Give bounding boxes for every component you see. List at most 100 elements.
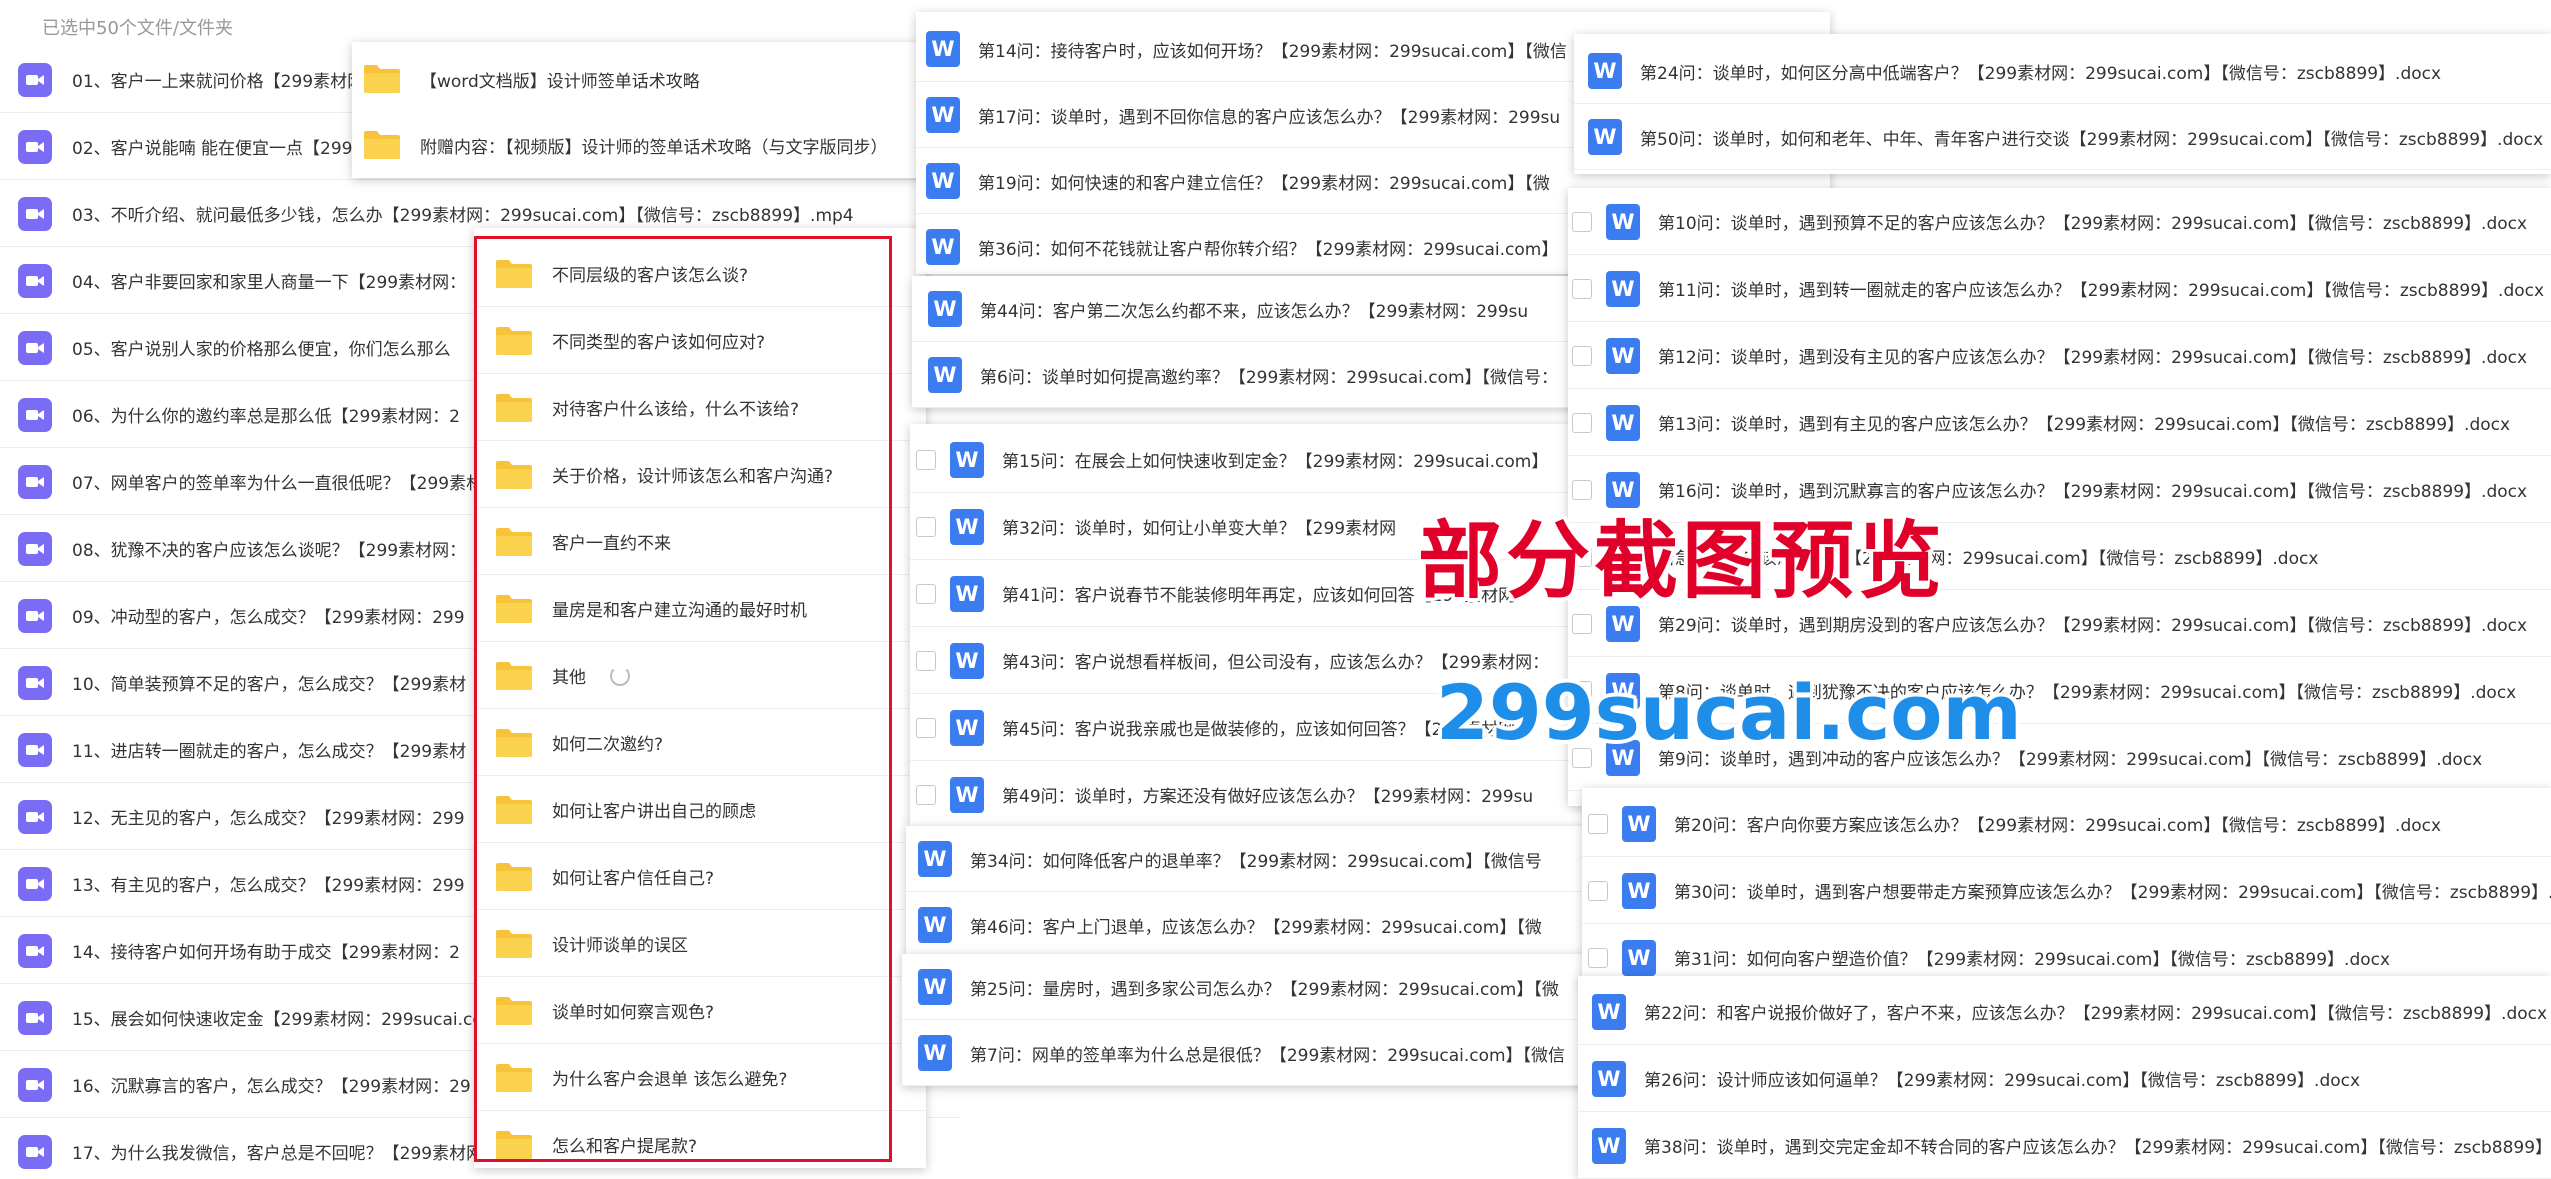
word-doc-icon: W bbox=[1592, 1060, 1626, 1097]
word-doc-icon: W bbox=[950, 642, 984, 679]
video-file-name: 06、为什么你的邀约率总是那么低【299素材网：2 bbox=[72, 407, 460, 427]
selection-count: 已选中50个文件/文件夹 bbox=[42, 18, 233, 39]
video-file-icon bbox=[18, 263, 52, 298]
word-doc-icon: W bbox=[950, 776, 984, 813]
top-folder-row[interactable]: 【word文档版】设计师签单话术攻略 bbox=[352, 46, 932, 112]
doc-row[interactable]: W 第30问：谈单时，遇到客户想要带走方案预算应该怎么办？【299素材网：299s… bbox=[1582, 857, 2551, 924]
doc-row[interactable]: W 第22问：和客户说报价做好了，客户不来，应该怎么办？【299素材网：299su… bbox=[1578, 978, 2551, 1045]
doc-name: 第30问：谈单时，遇到客户想要带走方案预算应该怎么办？【299素材网：299su… bbox=[1674, 883, 2551, 903]
doc-name: 第20问：客户向你要方案应该怎么办？【299素材网：299sucai.com】【… bbox=[1674, 816, 2442, 836]
doc-name: 第44问：客户第二次怎么约都不来，应该怎么办？【299素材网：299su bbox=[980, 301, 1529, 322]
word-doc-icon: W bbox=[1588, 119, 1622, 155]
word-doc-icon: W bbox=[926, 31, 960, 67]
row-checkbox[interactable] bbox=[916, 583, 936, 604]
video-file-icon bbox=[18, 330, 52, 365]
row-divider bbox=[1574, 169, 2551, 170]
word-doc-icon: W bbox=[1606, 203, 1640, 240]
video-file-name: 07、网单客户的签单率为什么一直很低呢？【299素材网 bbox=[72, 474, 501, 494]
video-file-icon bbox=[18, 799, 52, 834]
video-file-name: 05、客户说别人家的价格那么便宜，你们怎么那么 bbox=[72, 340, 451, 360]
row-checkbox[interactable] bbox=[916, 516, 936, 537]
video-file-name: 12、无主见的客户，怎么成交？【299素材网：299 bbox=[72, 809, 465, 829]
word-doc-icon: W bbox=[950, 575, 984, 612]
doc-row[interactable]: W 第38问：谈单时，遇到交完定金却不转合同的客户应该怎么办？【299素材网：29… bbox=[1578, 1112, 2551, 1179]
row-checkbox[interactable] bbox=[916, 784, 936, 805]
word-doc-icon: W bbox=[918, 1035, 952, 1071]
top-folder-row[interactable]: 附赠内容：【视频版】设计师的签单话术攻略（与文字版同步） bbox=[352, 112, 932, 178]
video-file-icon bbox=[18, 866, 52, 901]
video-file-icon bbox=[18, 665, 52, 700]
video-file-name: 08、犹豫不决的客户应该怎么谈呢？【299素材网： bbox=[72, 541, 467, 561]
video-file-name: 15、展会如何快速收定金【299素材网：299sucai.co bbox=[72, 1010, 483, 1030]
folder-icon bbox=[362, 63, 402, 95]
doc-name: 第36问：如何不花钱就让客户帮你转介绍？【299素材网：299sucai.com… bbox=[978, 239, 1559, 260]
video-file-icon bbox=[18, 129, 52, 164]
video-file-name: 02、客户说能喃 能在便宜一点【299 bbox=[72, 139, 353, 159]
video-file-icon bbox=[18, 933, 52, 968]
doc-panel-f: W 第24问：谈单时，如何区分高中低端客户？【299素材网：299sucai.co… bbox=[1574, 34, 2551, 174]
doc-name: 第17问：谈单时，遇到不回你信息的客户应该怎么办？【299素材网：299su bbox=[978, 107, 1561, 128]
row-checkbox[interactable] bbox=[916, 650, 936, 671]
doc-name: 第19问：如何快速的和客户建立信任？【299素材网：299sucai.com】【… bbox=[978, 173, 1550, 194]
doc-row[interactable]: W 第13问：谈单时，遇到有主见的客户应该怎么办？【299素材网：299sucai… bbox=[1568, 389, 2551, 456]
row-checkbox[interactable] bbox=[1572, 613, 1592, 634]
video-file-name: 04、客户非要回家和家里人商量一下【299素材网： bbox=[72, 273, 467, 293]
word-doc-icon: W bbox=[1622, 805, 1656, 842]
word-doc-icon: W bbox=[918, 969, 952, 1005]
top-folder-panel: 【word文档版】设计师签单话术攻略附赠内容：【视频版】设计师的签单话术攻略（与… bbox=[352, 42, 932, 178]
row-checkbox[interactable] bbox=[1572, 211, 1592, 232]
row-checkbox[interactable] bbox=[1572, 278, 1592, 299]
row-checkbox[interactable] bbox=[916, 449, 936, 470]
doc-name: 第7问：网单的签单率为什么总是很低？【299素材网：299sucai.com】【… bbox=[970, 1045, 1566, 1066]
doc-row[interactable]: W 第24问：谈单时，如何区分高中低端客户？【299素材网：299sucai.co… bbox=[1574, 38, 2551, 104]
video-file-icon bbox=[18, 531, 52, 566]
doc-panel-h: W 第20问：客户向你要方案应该怎么办？【299素材网：299sucai.com】… bbox=[1582, 788, 2551, 988]
doc-row[interactable]: W 第50问：谈单时，如何和老年、中年、青年客户进行交谈【299素材网：299su… bbox=[1574, 104, 2551, 170]
row-checkbox[interactable] bbox=[1572, 345, 1592, 366]
doc-row[interactable]: W 第11问：谈单时，遇到转一圈就走的客户应该怎么办？【299素材网：299suc… bbox=[1568, 255, 2551, 322]
word-doc-icon: W bbox=[928, 357, 962, 393]
word-doc-icon: W bbox=[926, 163, 960, 199]
row-checkbox[interactable] bbox=[1572, 412, 1592, 433]
doc-name: 第34问：如何降低客户的退单率？【299素材网：299sucai.com】【微信… bbox=[970, 851, 1542, 872]
doc-name: 第32问：谈单时，如何让小单变大单？【299素材网 bbox=[1002, 519, 1397, 539]
doc-row[interactable]: W 第12问：谈单时，遇到没有主见的客户应该怎么办？【299素材网：299suca… bbox=[1568, 322, 2551, 389]
doc-name: 第10问：谈单时，遇到预算不足的客户应该怎么办？【299素材网：299sucai… bbox=[1658, 214, 2528, 234]
video-file-name: 10、简单装预算不足的客户，怎么成交？【299素材 bbox=[72, 675, 467, 695]
word-doc-icon: W bbox=[918, 907, 952, 943]
video-file-name: 14、接待客户如何开场有助于成交【299素材网：2 bbox=[72, 943, 460, 963]
video-file-icon bbox=[18, 1000, 52, 1035]
row-checkbox[interactable] bbox=[916, 717, 936, 738]
top-folder-name: 附赠内容：【视频版】设计师的签单话术攻略（与文字版同步） bbox=[420, 137, 888, 158]
doc-row[interactable]: W 第10问：谈单时，遇到预算不足的客户应该怎么办？【299素材网：299suca… bbox=[1568, 188, 2551, 255]
row-checkbox[interactable] bbox=[1588, 880, 1608, 901]
doc-row[interactable]: W 第26问：设计师应该如何逼单？【299素材网：299sucai.com】【微信… bbox=[1578, 1045, 2551, 1112]
video-file-name: 13、有主见的客户，怎么成交？【299素材网：299 bbox=[72, 876, 465, 896]
word-doc-icon: W bbox=[1592, 993, 1626, 1030]
word-doc-icon: W bbox=[928, 291, 962, 327]
doc-name: 第11问：谈单时，遇到转一圈就走的客户应该怎么办？【299素材网：299suca… bbox=[1658, 281, 2545, 301]
doc-row[interactable]: W 第20问：客户向你要方案应该怎么办？【299素材网：299sucai.com】… bbox=[1582, 790, 2551, 857]
video-file-name: 09、冲动型的客户，怎么成交？【299素材网：299 bbox=[72, 608, 465, 628]
doc-name: 第13问：谈单时，遇到有主见的客户应该怎么办？【299素材网：299sucai.… bbox=[1658, 415, 2511, 435]
video-file-name: 16、沉默寡言的客户，怎么成交？【299素材网：29 bbox=[72, 1077, 471, 1097]
video-file-icon bbox=[18, 464, 52, 499]
word-doc-icon: W bbox=[950, 508, 984, 545]
video-file-icon bbox=[18, 62, 52, 97]
doc-panel-i: W 第22问：和客户说报价做好了，客户不来，应该怎么办？【299素材网：299su… bbox=[1578, 976, 2551, 1179]
doc-name: 第12问：谈单时，遇到没有主见的客户应该怎么办？【299素材网：299sucai… bbox=[1658, 348, 2528, 368]
doc-name: 第38问：谈单时，遇到交完定金却不转合同的客户应该怎么办？【299素材网：299… bbox=[1644, 1138, 2551, 1158]
doc-name: 第24问：谈单时，如何区分高中低端客户？【299素材网：299sucai.com… bbox=[1640, 63, 2442, 84]
doc-name: 第49问：谈单时，方案还没有做好应该怎么办？【299素材网：299su bbox=[1002, 787, 1534, 807]
doc-name: 第46问：客户上门退单，应该怎么办？【299素材网：299sucai.com】【… bbox=[970, 917, 1542, 938]
folder-icon bbox=[362, 129, 402, 161]
row-checkbox[interactable] bbox=[1588, 813, 1608, 834]
doc-name: 第15问：在展会上如何快速收到定金？【299素材网：299sucai.com】 bbox=[1002, 452, 1549, 472]
doc-name: 第31问：如何向客户塑造价值？【299素材网：299sucai.com】【微信号… bbox=[1674, 950, 2391, 970]
row-checkbox[interactable] bbox=[1588, 947, 1608, 968]
word-doc-icon: W bbox=[950, 709, 984, 746]
doc-name: 第14问：接待客户时，应该如何开场？【299素材网：299sucai.com】【… bbox=[978, 41, 1567, 62]
video-file-icon bbox=[18, 1134, 52, 1169]
word-doc-icon: W bbox=[1606, 270, 1640, 307]
video-file-name: 17、为什么我发微信，客户总是不回呢？【299素材网 bbox=[72, 1144, 484, 1164]
